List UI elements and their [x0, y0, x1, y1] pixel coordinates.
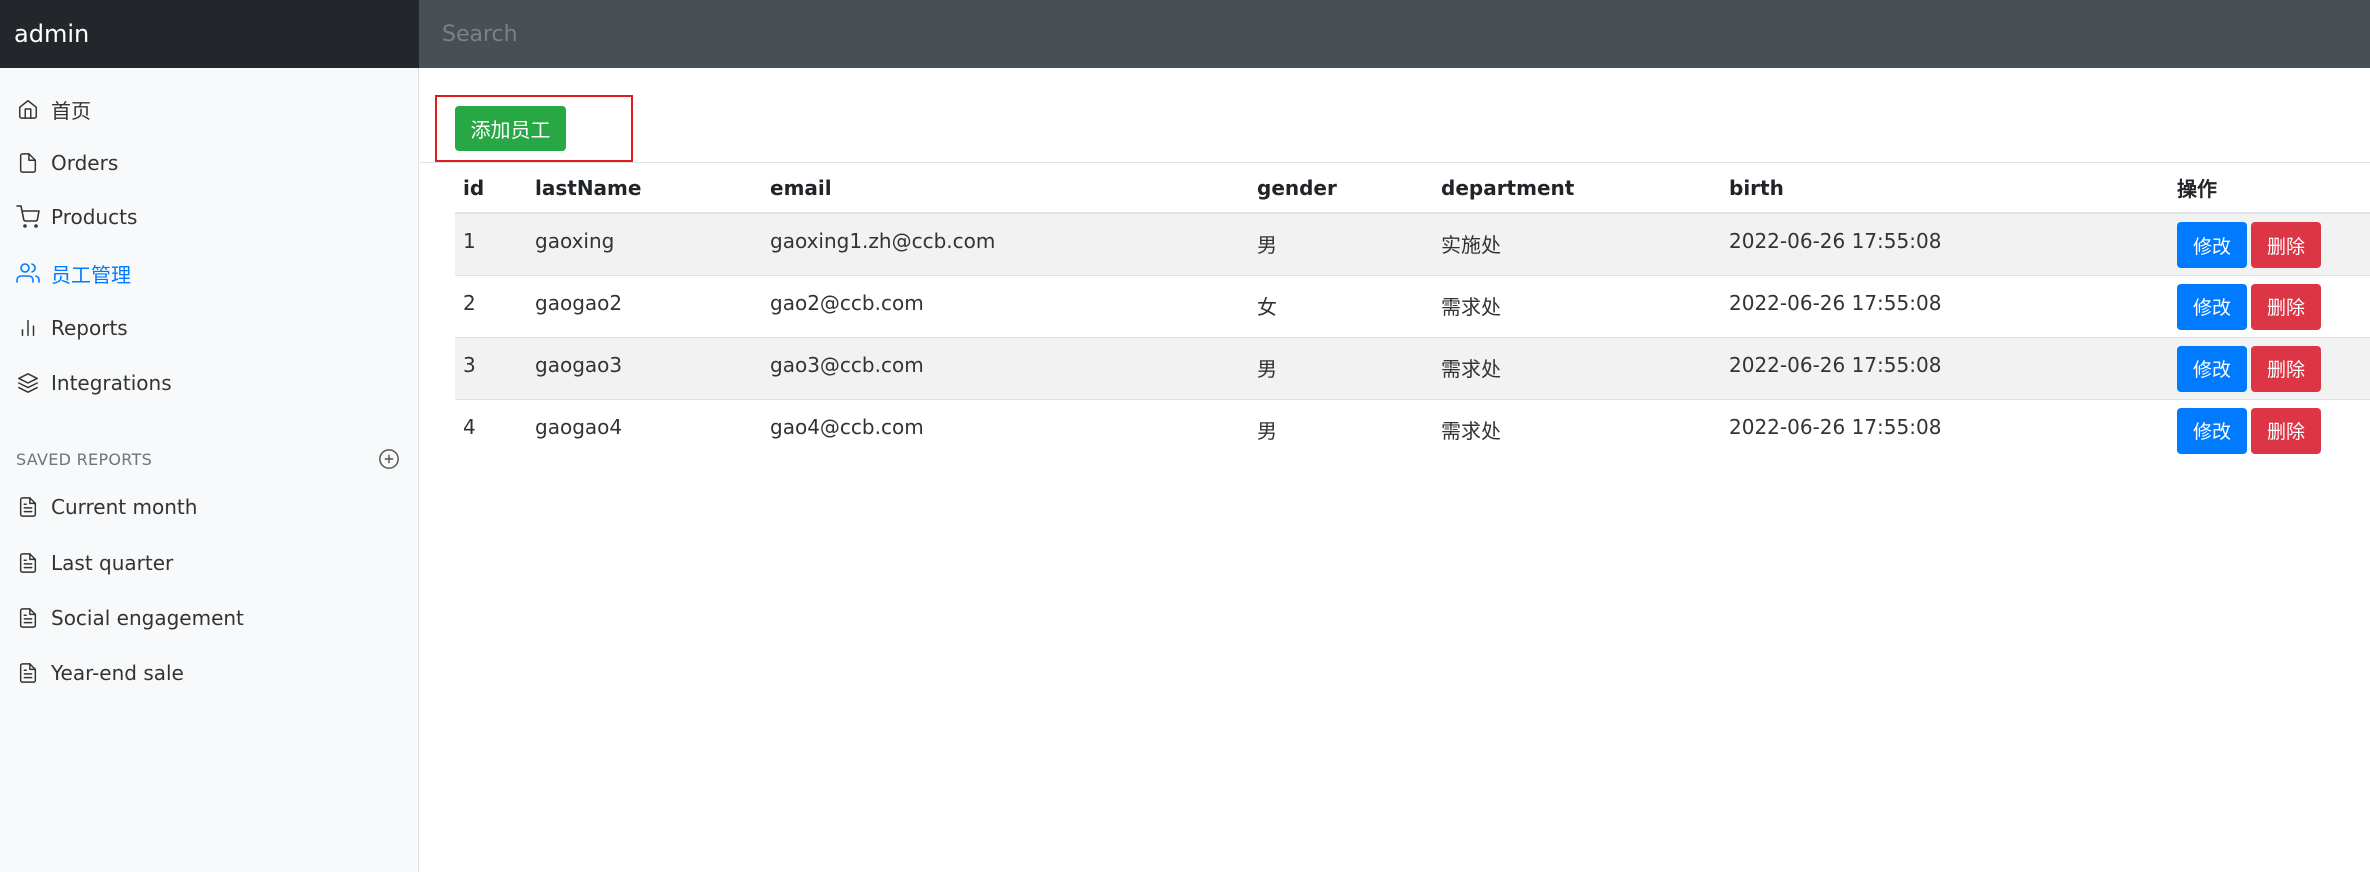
- cell-id: 3: [455, 336, 527, 399]
- saved-reports-heading: SAVED REPORTS: [16, 444, 401, 474]
- cell-email: gaoxing1.zh@ccb.com: [762, 212, 1249, 275]
- cell-gender: 男: [1249, 336, 1433, 399]
- file-text-icon: [15, 605, 41, 631]
- column-header-actions: 操作: [2169, 163, 2370, 214]
- sidebar: 首页 Orders Products 员工管理 Reports Integrat…: [0, 68, 419, 872]
- table-row: 1 gaoxing gaoxing1.zh@ccb.com 男 实施处 2022…: [455, 212, 2370, 275]
- top-navbar: admin: [0, 0, 2370, 68]
- cell-lastname: gaogao3: [527, 336, 762, 399]
- edit-button[interactable]: 修改: [2177, 283, 2247, 330]
- file-text-icon: [15, 550, 41, 576]
- column-header-gender[interactable]: gender: [1249, 163, 1433, 214]
- home-icon: [15, 96, 41, 122]
- column-header-lastname[interactable]: lastName: [527, 163, 762, 214]
- sidebar-item-label: Integrations: [51, 371, 172, 395]
- cell-gender: 男: [1249, 212, 1433, 275]
- sidebar-item-social-engagement[interactable]: Social engagement: [0, 593, 418, 643]
- users-icon: [15, 260, 41, 286]
- delete-button[interactable]: 删除: [2251, 407, 2321, 454]
- file-text-icon: [15, 494, 41, 520]
- delete-button[interactable]: 删除: [2251, 345, 2321, 392]
- column-header-id[interactable]: id: [455, 163, 527, 214]
- plus-circle-icon[interactable]: [377, 447, 401, 471]
- edit-button[interactable]: 修改: [2177, 407, 2247, 454]
- bar-chart-icon: [15, 315, 41, 341]
- brand-name[interactable]: admin: [0, 0, 419, 68]
- cell-id: 4: [455, 398, 527, 461]
- sidebar-item-label: Orders: [51, 151, 119, 175]
- cell-actions: 修改 删除: [2169, 398, 2370, 461]
- table-row: 3 gaogao3 gao3@ccb.com 男 需求处 2022-06-26 …: [455, 336, 2370, 399]
- sidebar-item-label: Year-end sale: [51, 661, 184, 685]
- cell-actions: 修改 删除: [2169, 274, 2370, 337]
- sidebar-item-label: Current month: [51, 495, 198, 519]
- sidebar-item-label: 员工管理: [51, 262, 131, 287]
- delete-button[interactable]: 删除: [2251, 283, 2321, 330]
- cell-birth: 2022-06-26 17:55:08: [1721, 398, 2169, 461]
- table-row: 4 gaogao4 gao4@ccb.com 男 需求处 2022-06-26 …: [455, 398, 2370, 461]
- cell-department: 需求处: [1433, 274, 1721, 337]
- main-content: 添加员工 id lastName email gender department…: [420, 68, 2370, 872]
- sidebar-item-label: Last quarter: [51, 551, 174, 575]
- file-icon: [15, 150, 41, 176]
- cell-actions: 修改 删除: [2169, 212, 2370, 275]
- cell-lastname: gaoxing: [527, 212, 762, 275]
- cell-lastname: gaogao4: [527, 398, 762, 461]
- sidebar-item-integrations[interactable]: Integrations: [0, 358, 418, 408]
- cell-email: gao3@ccb.com: [762, 336, 1249, 399]
- cell-id: 2: [455, 274, 527, 337]
- delete-button[interactable]: 删除: [2251, 222, 2321, 268]
- edit-button[interactable]: 修改: [2177, 345, 2247, 392]
- cell-lastname: gaogao2: [527, 274, 762, 337]
- cell-department: 需求处: [1433, 398, 1721, 461]
- add-employee-button[interactable]: 添加员工: [455, 106, 566, 151]
- employee-table: id lastName email gender department birt…: [455, 163, 2370, 461]
- shopping-cart-icon: [15, 204, 41, 230]
- sidebar-item-label: Reports: [51, 316, 128, 340]
- sidebar-item-reports[interactable]: Reports: [0, 303, 418, 353]
- sidebar-item-label: 首页: [51, 98, 91, 123]
- column-header-email[interactable]: email: [762, 163, 1249, 214]
- sidebar-item-employee-management[interactable]: 员工管理: [0, 248, 418, 298]
- sidebar-item-products[interactable]: Products: [0, 192, 418, 242]
- cell-actions: 修改 删除: [2169, 336, 2370, 399]
- cell-birth: 2022-06-26 17:55:08: [1721, 274, 2169, 337]
- cell-department: 需求处: [1433, 336, 1721, 399]
- cell-gender: 女: [1249, 274, 1433, 337]
- table-row: 2 gaogao2 gao2@ccb.com 女 需求处 2022-06-26 …: [455, 274, 2370, 337]
- cell-birth: 2022-06-26 17:55:08: [1721, 212, 2169, 275]
- layers-icon: [15, 370, 41, 396]
- cell-email: gao2@ccb.com: [762, 274, 1249, 337]
- cell-id: 1: [455, 212, 527, 275]
- search-input[interactable]: [419, 0, 2370, 68]
- sidebar-item-current-month[interactable]: Current month: [0, 482, 418, 532]
- sidebar-item-label: Products: [51, 205, 138, 229]
- cell-birth: 2022-06-26 17:55:08: [1721, 336, 2169, 399]
- cell-email: gao4@ccb.com: [762, 398, 1249, 461]
- sidebar-item-home[interactable]: 首页: [0, 84, 418, 134]
- edit-button[interactable]: 修改: [2177, 222, 2247, 268]
- file-text-icon: [15, 660, 41, 686]
- saved-reports-title: SAVED REPORTS: [16, 449, 153, 469]
- sidebar-item-year-end-sale[interactable]: Year-end sale: [0, 648, 418, 698]
- table-header-row: id lastName email gender department birt…: [455, 163, 2370, 214]
- column-header-department[interactable]: department: [1433, 163, 1721, 214]
- sidebar-item-last-quarter[interactable]: Last quarter: [0, 538, 418, 588]
- column-header-birth[interactable]: birth: [1721, 163, 2169, 214]
- sidebar-item-label: Social engagement: [51, 606, 244, 630]
- cell-gender: 男: [1249, 398, 1433, 461]
- sidebar-item-orders[interactable]: Orders: [0, 138, 418, 188]
- cell-department: 实施处: [1433, 212, 1721, 275]
